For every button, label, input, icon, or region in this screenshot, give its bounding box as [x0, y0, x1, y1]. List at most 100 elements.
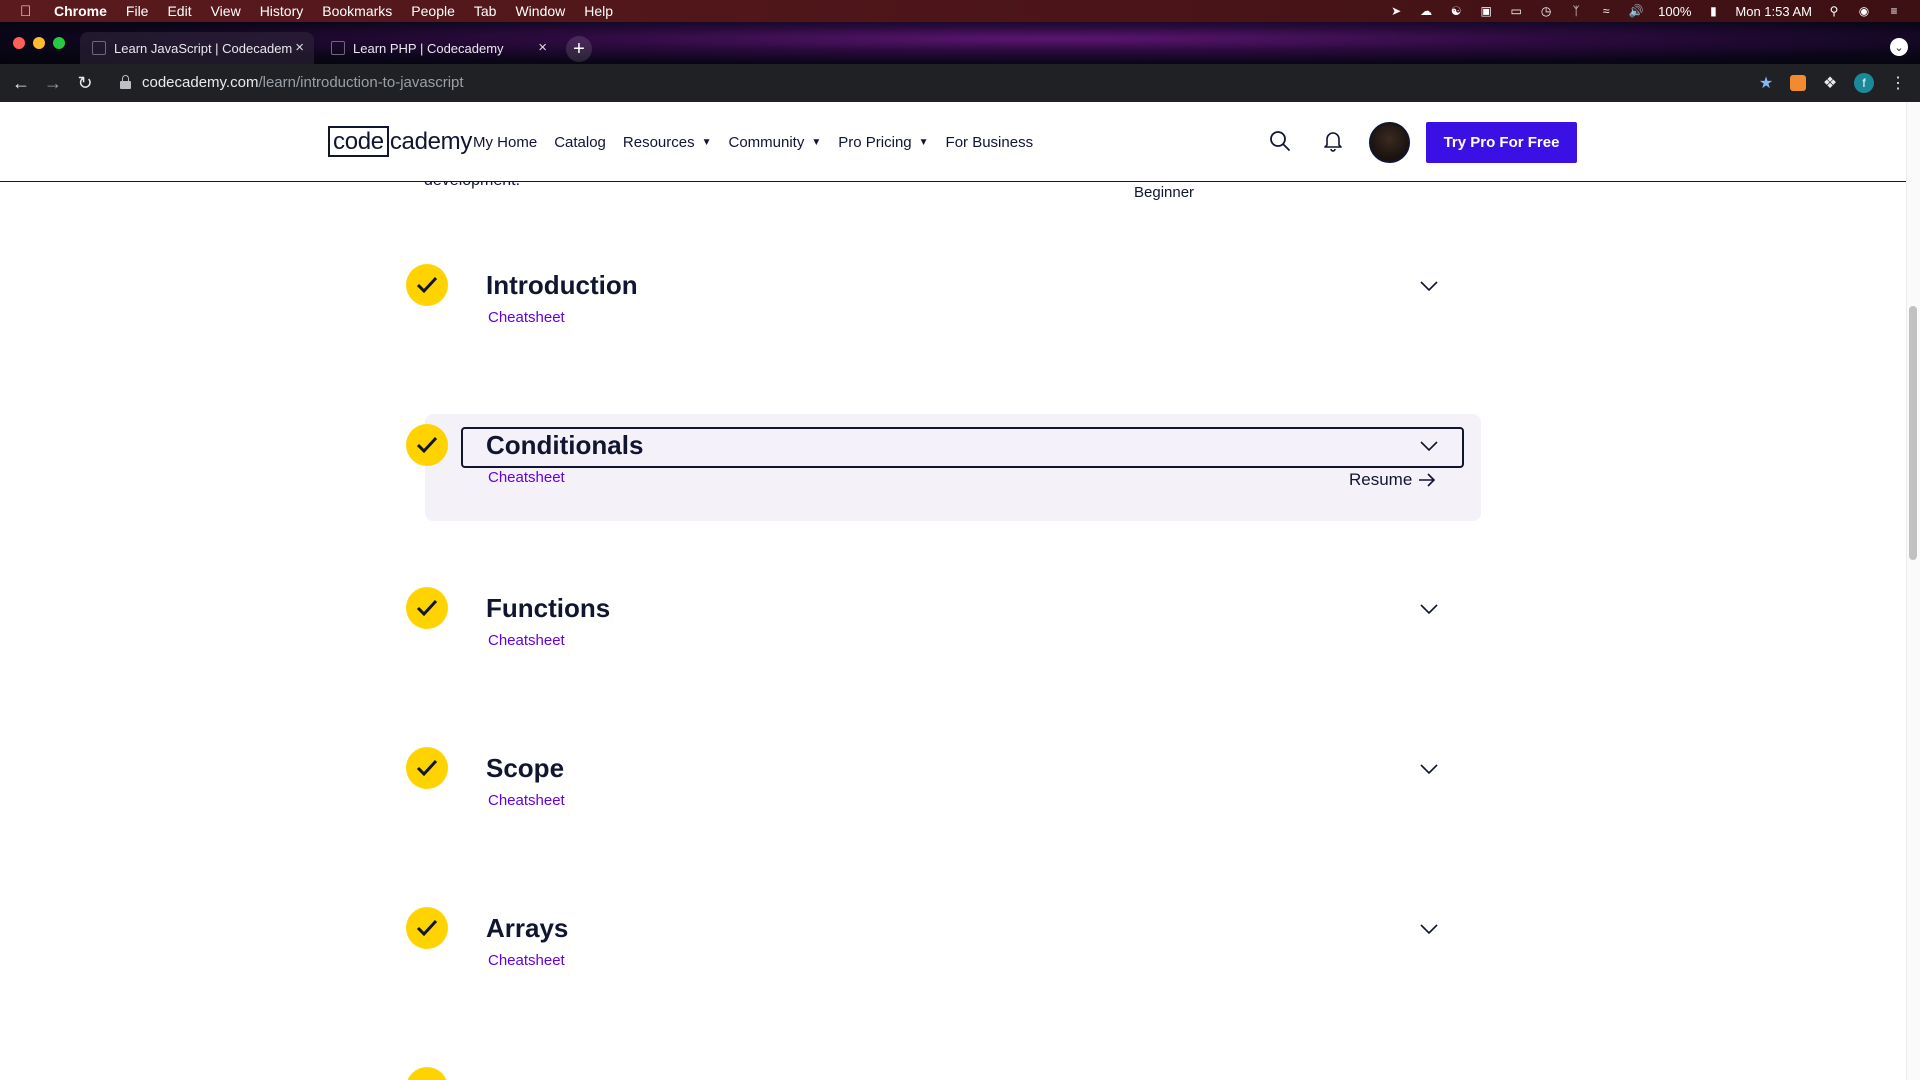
airplay-icon[interactable]: ▭	[1508, 4, 1524, 18]
caret-down-icon: ▼	[811, 136, 822, 148]
tab-close-icon[interactable]: ×	[295, 39, 304, 56]
browser-toolbar: ← → ↻ codecademy.com/learn/introduction-…	[0, 64, 1920, 102]
completed-check-icon	[406, 747, 448, 789]
volume-icon[interactable]: 🔊	[1628, 4, 1644, 18]
module-title[interactable]: Arrays	[486, 913, 568, 944]
cheatsheet-link[interactable]: Cheatsheet	[488, 632, 565, 649]
cheatsheet-link[interactable]: Cheatsheet	[488, 792, 565, 809]
tab-learn-php[interactable]: Learn PHP | Codecademy ×	[319, 32, 557, 64]
browser-tab-strip: Learn JavaScript | Codecadem × Learn PHP…	[0, 22, 1920, 64]
battery-icon[interactable]: ▮	[1705, 4, 1721, 18]
chevron-down-icon[interactable]	[1420, 763, 1438, 775]
nav-label: My Home	[473, 133, 538, 151]
module-scope: Scope Cheatsheet	[406, 747, 1486, 837]
module-conditionals: Conditionals Cheatsheet	[406, 424, 1486, 514]
completed-check-icon	[406, 587, 448, 629]
module-functions: Functions Cheatsheet	[406, 587, 1486, 677]
module-title[interactable]: Functions	[486, 593, 610, 624]
main-nav: My Home Catalog Resources ▼ Community ▼ Pr…	[473, 102, 1050, 182]
scrollbar-thumb[interactable]	[1909, 306, 1917, 560]
bell-icon[interactable]	[1323, 130, 1343, 152]
wifi-icon[interactable]: ≈	[1598, 4, 1614, 18]
nav-label: Community	[728, 133, 805, 151]
time-machine-icon[interactable]: ◷	[1538, 4, 1554, 18]
tab-search-icon[interactable]: ⌄	[1890, 38, 1908, 56]
menu-app-chrome[interactable]: Chrome	[54, 3, 107, 19]
resume-link[interactable]: Resume	[1349, 470, 1436, 490]
chevron-down-icon[interactable]	[1420, 440, 1438, 452]
lock-icon[interactable]	[120, 75, 131, 89]
search-icon[interactable]	[1269, 130, 1291, 152]
page-scrollbar[interactable]	[1906, 102, 1920, 1080]
nav-label: Pro Pricing	[838, 133, 912, 151]
url-path: /learn/introduction-to-javascript	[258, 74, 464, 91]
user-avatar[interactable]	[1369, 122, 1410, 163]
kebab-menu-icon[interactable]: ⋮	[1888, 73, 1908, 93]
siri-icon[interactable]: ◉	[1856, 4, 1872, 18]
caret-down-icon: ▼	[918, 136, 929, 148]
menu-file[interactable]: File	[126, 3, 149, 19]
cheatsheet-link[interactable]: Cheatsheet	[488, 469, 565, 486]
try-pro-button[interactable]: Try Pro For Free	[1426, 122, 1577, 163]
control-center-icon[interactable]: ≡	[1886, 4, 1902, 18]
extensions-puzzle-icon[interactable]: ❖	[1820, 73, 1840, 93]
back-arrow-icon[interactable]: ←	[10, 72, 32, 94]
menu-window[interactable]: Window	[515, 3, 565, 19]
menu-help[interactable]: Help	[584, 3, 613, 19]
bluetooth-icon[interactable]: ᛉ	[1568, 4, 1584, 18]
caret-down-icon: ▼	[701, 136, 712, 148]
tab-close-icon[interactable]: ×	[538, 39, 547, 56]
module-next-partial	[406, 1067, 1486, 1080]
chevron-down-icon[interactable]	[1420, 603, 1438, 615]
menu-people[interactable]: People	[411, 3, 455, 19]
menu-edit[interactable]: Edit	[167, 3, 191, 19]
nav-my-home[interactable]: My Home	[473, 134, 537, 151]
module-title[interactable]: Introduction	[486, 270, 638, 301]
os-menu-bar:  Chrome File Edit View History Bookmark…	[0, 0, 1920, 22]
location-icon[interactable]: ➤	[1388, 4, 1404, 18]
battery-percent: 100%	[1658, 3, 1692, 19]
module-introduction: Introduction Cheatsheet	[406, 264, 1486, 354]
forward-arrow-icon[interactable]: →	[42, 72, 64, 94]
address-bar[interactable]: codecademy.com/learn/introduction-to-jav…	[142, 74, 464, 91]
cheatsheet-link[interactable]: Cheatsheet	[488, 952, 565, 969]
chevron-down-icon[interactable]	[1420, 280, 1438, 292]
course-level: Beginner	[1134, 184, 1195, 201]
extension-icon[interactable]	[1790, 75, 1806, 91]
logo-boxed-text: code	[328, 126, 389, 157]
module-title[interactable]: Scope	[486, 753, 564, 784]
nav-community[interactable]: Community ▼	[729, 134, 822, 151]
clock[interactable]: Mon 1:53 AM	[1735, 4, 1812, 19]
nav-pro-pricing[interactable]: Pro Pricing ▼	[838, 134, 928, 151]
nav-resources[interactable]: Resources ▼	[623, 134, 712, 151]
menu-tab[interactable]: Tab	[474, 3, 497, 19]
menu-view[interactable]: View	[211, 3, 241, 19]
nav-catalog[interactable]: Catalog	[554, 134, 606, 151]
nav-for-business[interactable]: For Business	[946, 134, 1034, 151]
new-tab-button[interactable]: +	[566, 36, 592, 62]
logo-text: cademy	[389, 127, 473, 155]
window-maximize-button[interactable]	[53, 37, 65, 49]
spotlight-icon[interactable]: ⚲	[1826, 4, 1842, 18]
reload-icon[interactable]: ↻	[74, 72, 96, 94]
nav-label: Catalog	[554, 133, 606, 151]
sync-icon[interactable]: ☯	[1448, 4, 1464, 18]
bookmark-star-icon[interactable]: ★	[1756, 73, 1776, 93]
tab-learn-javascript[interactable]: Learn JavaScript | Codecadem ×	[80, 32, 314, 64]
codecademy-logo[interactable]: code cademy	[328, 126, 472, 157]
menu-bookmarks[interactable]: Bookmarks	[322, 3, 392, 19]
module-title[interactable]: Conditionals	[486, 430, 643, 461]
completed-check-icon	[406, 1067, 448, 1080]
completed-check-icon	[406, 264, 448, 306]
profile-avatar[interactable]: f	[1854, 73, 1874, 93]
window-close-button[interactable]	[13, 37, 25, 49]
chevron-down-icon[interactable]	[1420, 923, 1438, 935]
creative-cloud-icon[interactable]: ☁	[1418, 4, 1434, 18]
window-minimize-button[interactable]	[33, 37, 45, 49]
url-domain: codecademy.com	[142, 74, 259, 91]
cheatsheet-link[interactable]: Cheatsheet	[488, 309, 565, 326]
arrow-right-icon	[1419, 473, 1436, 487]
memory-icon[interactable]: ▣	[1478, 4, 1494, 18]
apple-icon[interactable]: 	[20, 3, 40, 20]
menu-history[interactable]: History	[260, 3, 304, 19]
